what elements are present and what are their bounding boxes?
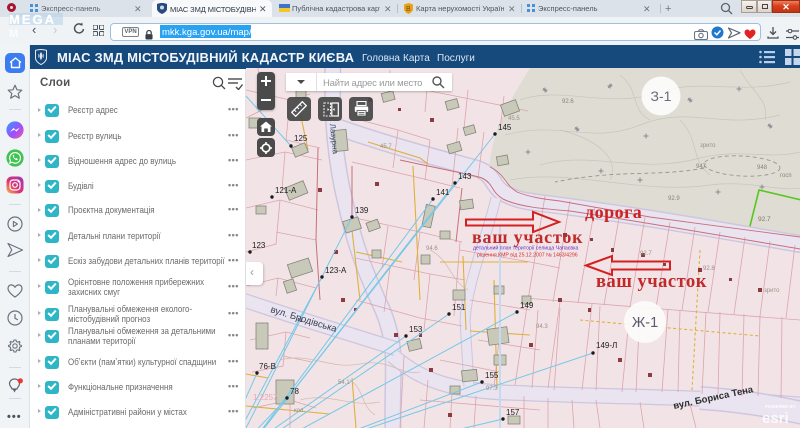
svg-text:157: 157 [506,408,520,417]
svg-text:POWERED BY: POWERED BY [765,404,796,409]
svg-text:зрито: зрито [700,143,716,149]
svg-text:45.5: 45.5 [508,116,520,122]
svg-text:97.3: 97.3 [486,386,498,392]
svg-text:125: 125 [294,134,308,143]
svg-text:кол.: кол. [294,408,305,414]
svg-text:121-А: 121-А [275,186,297,195]
svg-text:Ж-1: Ж-1 [632,315,658,331]
svg-text:45.7: 45.7 [380,144,392,150]
svg-text:94.6: 94.6 [426,246,438,252]
svg-text:153: 153 [409,325,423,334]
svg-text:948: 948 [757,165,768,171]
svg-text:1:2257: 1:2257 [253,393,278,402]
svg-text:145: 145 [498,123,512,132]
svg-text:B: B [406,6,411,13]
svg-text:ваш участок: ваш участок [472,227,583,247]
svg-text:54.1: 54.1 [338,380,350,386]
svg-text:госп: госп [780,173,792,179]
svg-text:92.9: 92.9 [668,196,680,202]
svg-text:92.7: 92.7 [640,251,652,257]
svg-text:94.3: 94.3 [536,324,548,330]
svg-text:З-1: З-1 [651,88,672,104]
svg-text:141: 141 [436,188,450,197]
svg-text:149: 149 [520,301,534,310]
svg-text:143: 143 [458,172,472,181]
svg-text:рішення КМР від 25.12.2007 № 1: рішення КМР від 25.12.2007 № 1463/4296 [477,253,578,259]
svg-text:76-В: 76-В [259,362,276,371]
svg-text:155: 155 [485,371,499,380]
svg-text:149-Л: 149-Л [596,341,617,350]
svg-text:92.6: 92.6 [562,99,574,105]
svg-text:детальний план території селищ: детальний план території селища Чапаєвка [473,245,579,252]
svg-text:дорога: дорога [585,202,642,222]
svg-text:esri: esri [762,410,789,427]
svg-text:947: 947 [696,164,707,170]
svg-text:зрито: зрито [764,288,780,294]
svg-text:123-А: 123-А [325,266,347,275]
svg-text:78: 78 [290,387,299,396]
svg-text:139: 139 [355,206,369,215]
svg-text:92.7: 92.7 [758,216,771,223]
svg-text:151: 151 [452,303,466,312]
svg-text:123: 123 [252,241,266,250]
